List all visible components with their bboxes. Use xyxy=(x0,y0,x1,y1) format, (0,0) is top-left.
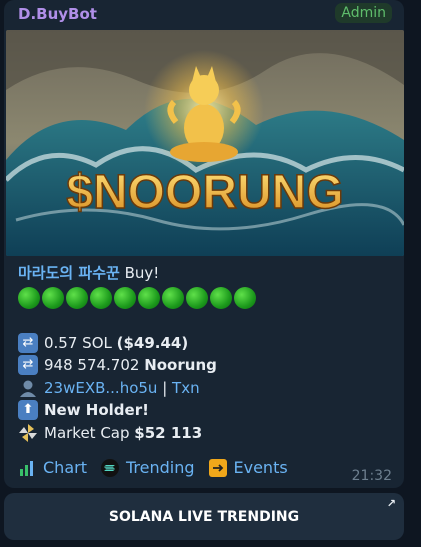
message-body: 마라도의 파수꾼 Buy! ⇄ 0.57 SOL ($49.44) ⇄ 948 … xyxy=(18,262,398,444)
green-circle-icon xyxy=(114,286,136,309)
green-circle-icon xyxy=(18,286,40,309)
green-circle-icon xyxy=(138,286,160,309)
green-circle-icon xyxy=(186,286,208,309)
green-circle-icon xyxy=(66,286,88,309)
green-circle-icon xyxy=(210,286,232,309)
green-circle-icon xyxy=(234,286,256,309)
wallet-link[interactable]: 23wEXB...ho5u xyxy=(44,377,157,400)
bot-name[interactable]: D.BuyBot xyxy=(18,5,97,23)
banner-title: $NOORUNG xyxy=(66,166,343,219)
solana-live-trending-button[interactable]: SOLANA LIVE TRENDING ↗ xyxy=(4,493,404,540)
pinwheel-icon xyxy=(18,423,38,443)
txn-link[interactable]: Txn xyxy=(172,377,200,400)
arrow-right-icon xyxy=(208,458,227,477)
trending-label: Trending xyxy=(125,458,195,477)
message-bubble: D.BuyBot Admin $NOORUNG 마라도의 파수꾼 Buy! ⇄ … xyxy=(4,0,404,488)
chart-icon xyxy=(18,459,36,477)
chart-label: Chart xyxy=(43,458,87,477)
timestamp: 21:32 xyxy=(351,468,392,484)
token-amount: 948 574.702 xyxy=(44,356,145,374)
solana-icon xyxy=(100,458,119,477)
market-cap-label: Market Cap xyxy=(44,423,135,442)
up-arrow-icon: ⬆ xyxy=(18,400,38,421)
market-cap-value: $52 113 xyxy=(134,423,203,442)
banner-illustration: $NOORUNG xyxy=(6,30,404,256)
person-icon xyxy=(18,378,38,398)
action-links: Chart Trending Events xyxy=(18,458,288,477)
events-label: Events xyxy=(233,458,288,477)
external-arrow-icon: ↗ xyxy=(386,497,396,510)
new-holder-text: New Holder! xyxy=(44,401,149,419)
green-circle-icon xyxy=(42,286,64,309)
shuffle-icon: ⇄ xyxy=(18,355,38,376)
green-circle-icon xyxy=(162,286,184,309)
buy-dots xyxy=(18,286,398,310)
banner-image[interactable]: $NOORUNG xyxy=(6,30,404,256)
trending-link[interactable]: Trending xyxy=(100,458,195,477)
events-link[interactable]: Events xyxy=(208,458,288,477)
sol-amount: 0.57 SOL xyxy=(44,333,117,352)
usd-amount: ($49.44) xyxy=(116,333,189,352)
separator: | xyxy=(157,378,173,397)
buyer-link[interactable]: 마라도의 파수꾼 xyxy=(18,262,120,285)
token-name: Noorung xyxy=(144,356,217,374)
green-circle-icon xyxy=(90,286,112,309)
buy-text: Buy! xyxy=(119,264,160,282)
admin-badge: Admin xyxy=(335,3,392,23)
shuffle-icon: ⇄ xyxy=(18,332,38,353)
chart-link[interactable]: Chart xyxy=(18,458,87,477)
button-label: SOLANA LIVE TRENDING xyxy=(108,508,300,525)
